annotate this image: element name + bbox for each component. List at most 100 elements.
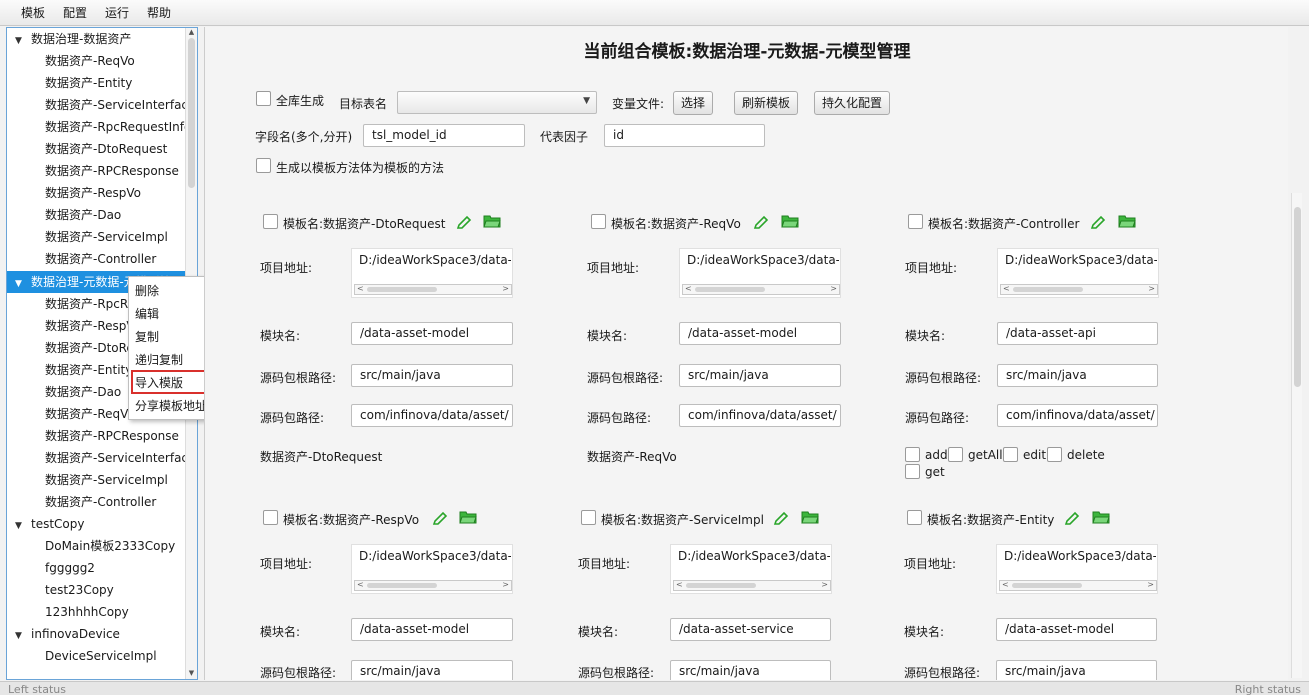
method-checkbox-edit[interactable]: [1003, 447, 1018, 462]
tree-item[interactable]: 数据资产-ServiceInterface: [45, 447, 195, 469]
pencil-icon[interactable]: [1063, 511, 1081, 527]
tree-item[interactable]: 数据资产-RespVo: [45, 182, 141, 204]
scrollbar-thumb[interactable]: [1013, 287, 1083, 292]
scroll-right-icon[interactable]: >: [502, 580, 509, 589]
tree-item[interactable]: test23Copy: [45, 579, 114, 601]
persist-config-button[interactable]: 持久化配置: [814, 91, 891, 115]
module-input[interactable]: /data-asset-model: [679, 322, 841, 345]
choose-file-button[interactable]: 选择: [673, 91, 714, 115]
horizontal-scrollbar[interactable]: < >: [354, 284, 512, 295]
template-checkbox[interactable]: [907, 510, 922, 525]
project-path-textarea[interactable]: D:/ideaWorkSpace3/data-asset<>: [670, 544, 832, 594]
project-path-textarea[interactable]: D:/ideaWorkSpace3/data-asset<>: [996, 544, 1158, 594]
scroll-left-icon[interactable]: <: [357, 580, 364, 589]
expand-arrow-icon[interactable]: ▼: [15, 625, 31, 647]
pencil-icon[interactable]: [752, 215, 770, 231]
tree-item[interactable]: 数据资产-ServiceInterface: [45, 94, 195, 116]
tree-item[interactable]: DoMain模板2333Copy: [45, 535, 175, 557]
scrollbar-thumb[interactable]: [188, 38, 195, 188]
src-pkg-input[interactable]: com/infinova/data/asset/: [351, 404, 513, 427]
menu-config[interactable]: 配置: [54, 0, 96, 26]
project-path-textarea[interactable]: D:/ideaWorkSpace3/data-asset<>: [679, 248, 841, 298]
tree-group-data-asset[interactable]: ▼ 数据治理-数据资产: [7, 28, 191, 50]
project-path-textarea[interactable]: D:/ideaWorkSpace3/data-asset<>: [997, 248, 1159, 298]
horizontal-scrollbar[interactable]: < >: [1000, 284, 1158, 295]
scrollbar-thumb[interactable]: [1012, 583, 1082, 588]
method-checkbox-add[interactable]: [905, 447, 920, 462]
tree-item[interactable]: 数据资产-RPCResponse: [45, 425, 179, 447]
tree-item[interactable]: 数据资产-Entity: [45, 72, 132, 94]
horizontal-scrollbar[interactable]: < >: [999, 580, 1157, 591]
template-checkbox[interactable]: [591, 214, 606, 229]
horizontal-scrollbar[interactable]: < >: [682, 284, 840, 295]
method-checkbox-get[interactable]: [905, 464, 920, 479]
factor-input[interactable]: id: [604, 124, 765, 147]
tree-item[interactable]: DeviceServiceImpl: [45, 645, 157, 667]
scroll-right-icon[interactable]: >: [830, 284, 837, 293]
module-input[interactable]: /data-asset-model: [351, 322, 513, 345]
template-checkbox[interactable]: [581, 510, 596, 525]
scrollbar-thumb[interactable]: [695, 287, 765, 292]
scroll-left-icon[interactable]: <: [685, 284, 692, 293]
scrollbar-thumb[interactable]: [367, 287, 437, 292]
scroll-right-icon[interactable]: >: [821, 580, 828, 589]
horizontal-scrollbar[interactable]: < >: [673, 580, 831, 591]
src-root-input[interactable]: src/main/java: [351, 660, 513, 680]
method-checkbox-delete[interactable]: [1047, 447, 1062, 462]
tree-item[interactable]: 数据资产-Entity: [45, 359, 132, 381]
tree-item[interactable]: 数据资产-Controller: [45, 248, 156, 270]
menu-template[interactable]: 模板: [12, 0, 54, 26]
module-input[interactable]: /data-asset-model: [996, 618, 1157, 641]
ctx-import-template[interactable]: 导入模版: [135, 372, 183, 394]
scrollbar-thumb[interactable]: [1294, 207, 1301, 387]
scroll-left-icon[interactable]: <: [676, 580, 683, 589]
tree-item[interactable]: 数据资产-Controller: [45, 491, 156, 513]
template-checkbox[interactable]: [908, 214, 923, 229]
tree-item[interactable]: 数据资产-ServiceImpl: [45, 226, 168, 248]
dropdown-arrow-icon[interactable]: ▼: [583, 96, 590, 106]
expand-arrow-icon[interactable]: ▼: [15, 515, 31, 537]
pencil-icon[interactable]: [772, 511, 790, 527]
scrollbar-thumb[interactable]: [686, 583, 756, 588]
tree-item[interactable]: 数据资产-Dao: [45, 381, 121, 403]
method-body-checkbox[interactable]: [256, 158, 271, 173]
open-folder-icon[interactable]: [459, 509, 477, 525]
open-folder-icon[interactable]: [1118, 213, 1136, 229]
expand-arrow-icon[interactable]: ▼: [15, 273, 31, 295]
src-root-input[interactable]: src/main/java: [670, 660, 831, 680]
open-folder-icon[interactable]: [1092, 509, 1110, 525]
menu-run[interactable]: 运行: [96, 0, 138, 26]
scroll-right-icon[interactable]: >: [1147, 580, 1154, 589]
ctx-share-template-address[interactable]: 分享模板地址: [135, 395, 207, 417]
horizontal-scrollbar[interactable]: < >: [354, 580, 512, 591]
pencil-icon[interactable]: [455, 215, 473, 231]
project-path-textarea[interactable]: D:/ideaWorkSpace3/data-asset<>: [351, 544, 513, 594]
scroll-right-icon[interactable]: >: [502, 284, 509, 293]
refresh-template-button[interactable]: 刷新模板: [734, 91, 799, 115]
scroll-left-icon[interactable]: <: [1002, 580, 1009, 589]
field-names-input[interactable]: tsl_model_id: [363, 124, 525, 147]
tree-item[interactable]: 数据资产-RpcRequestInfo: [45, 116, 191, 138]
all-db-checkbox[interactable]: [256, 91, 271, 106]
ctx-edit[interactable]: 编辑: [135, 303, 159, 325]
template-checkbox[interactable]: [263, 214, 278, 229]
scroll-up-icon[interactable]: ▲: [186, 28, 197, 38]
tree-item[interactable]: 123hhhhCopy: [45, 601, 129, 623]
src-root-input[interactable]: src/main/java: [679, 364, 841, 387]
ctx-recursive-copy[interactable]: 递归复制: [135, 349, 183, 371]
project-path-textarea[interactable]: D:/ideaWorkSpace3/data-asset<>: [351, 248, 513, 298]
tree-item[interactable]: fggggg2: [45, 557, 95, 579]
scroll-right-icon[interactable]: >: [1148, 284, 1155, 293]
src-root-input[interactable]: src/main/java: [997, 364, 1158, 387]
scroll-left-icon[interactable]: <: [1003, 284, 1010, 293]
expand-arrow-icon[interactable]: ▼: [15, 30, 31, 52]
tree-item[interactable]: 数据资产-Dao: [45, 204, 121, 226]
src-pkg-input[interactable]: com/infinova/data/asset/: [679, 404, 841, 427]
pencil-icon[interactable]: [431, 511, 449, 527]
open-folder-icon[interactable]: [483, 213, 501, 229]
tree-item[interactable]: 数据资产-ServiceImpl: [45, 469, 168, 491]
method-checkbox-getall[interactable]: [948, 447, 963, 462]
src-root-input[interactable]: src/main/java: [351, 364, 513, 387]
open-folder-icon[interactable]: [781, 213, 799, 229]
tree-item[interactable]: 数据资产-ReqVo: [45, 50, 135, 72]
